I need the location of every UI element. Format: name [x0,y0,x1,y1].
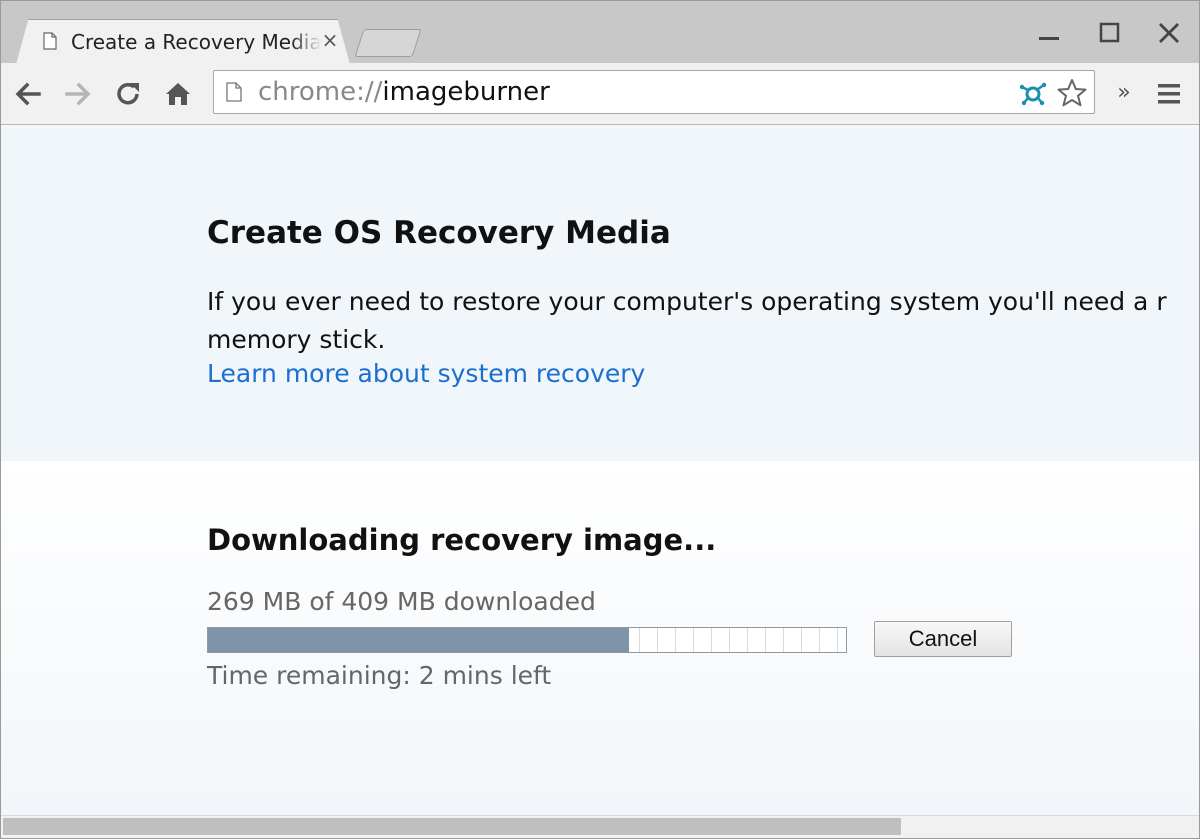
tab-title: Create a Recovery Media [71,30,321,54]
intro-description: If you ever need to restore your compute… [207,283,1199,359]
tab-close-icon[interactable]: × [319,28,341,52]
bookmark-star-icon[interactable] [1056,77,1088,109]
minimize-icon[interactable] [1031,15,1067,51]
extension-icon[interactable] [1018,79,1048,107]
download-status-text: 269 MB of 409 MB downloaded [207,587,596,616]
new-tab-button[interactable] [354,29,422,57]
hamburger-menu-icon[interactable] [1153,79,1185,109]
intro-section: Create OS Recovery Media If you ever nee… [1,125,1199,461]
cancel-button[interactable]: Cancel [874,621,1012,657]
browser-toolbar: chrome://imageburner » [1,63,1199,125]
intro-text-line: If you ever need to restore your compute… [207,287,1167,316]
extensions-overflow-button[interactable]: » [1113,79,1135,107]
horizontal-scrollbar[interactable] [1,815,1199,838]
home-icon[interactable] [161,77,195,111]
close-icon[interactable] [1151,15,1187,51]
time-remaining-text: Time remaining: 2 mins left [207,661,552,690]
intro-text-line: memory stick. [207,325,386,354]
scrollbar-thumb[interactable] [3,818,901,835]
learn-more-link[interactable]: Learn more about system recovery [207,358,645,390]
url-scheme: chrome:// [258,77,383,107]
page-content: Create OS Recovery Media If you ever nee… [1,125,1199,815]
title-bar: Create a Recovery Media × [1,1,1199,68]
url-host: imageburner [382,77,550,107]
page-title: Create OS Recovery Media [207,215,671,251]
browser-window: Create a Recovery Media × chrome://image… [0,0,1200,839]
page-icon [43,32,57,50]
back-arrow-icon[interactable] [11,77,45,111]
progress-bar [207,627,847,653]
forward-arrow-icon[interactable] [61,77,95,111]
download-progress-section: Downloading recovery image... 269 MB of … [1,461,1199,815]
progress-bar-fill [208,628,630,652]
tab-create-recovery-media[interactable]: Create a Recovery Media × [15,19,351,68]
url-text[interactable]: chrome://imageburner [258,76,550,108]
page-icon [226,82,242,102]
progress-heading: Downloading recovery image... [207,523,717,557]
reload-icon[interactable] [111,77,145,111]
maximize-icon[interactable] [1091,15,1127,51]
address-bar[interactable]: chrome://imageburner [213,70,1095,114]
